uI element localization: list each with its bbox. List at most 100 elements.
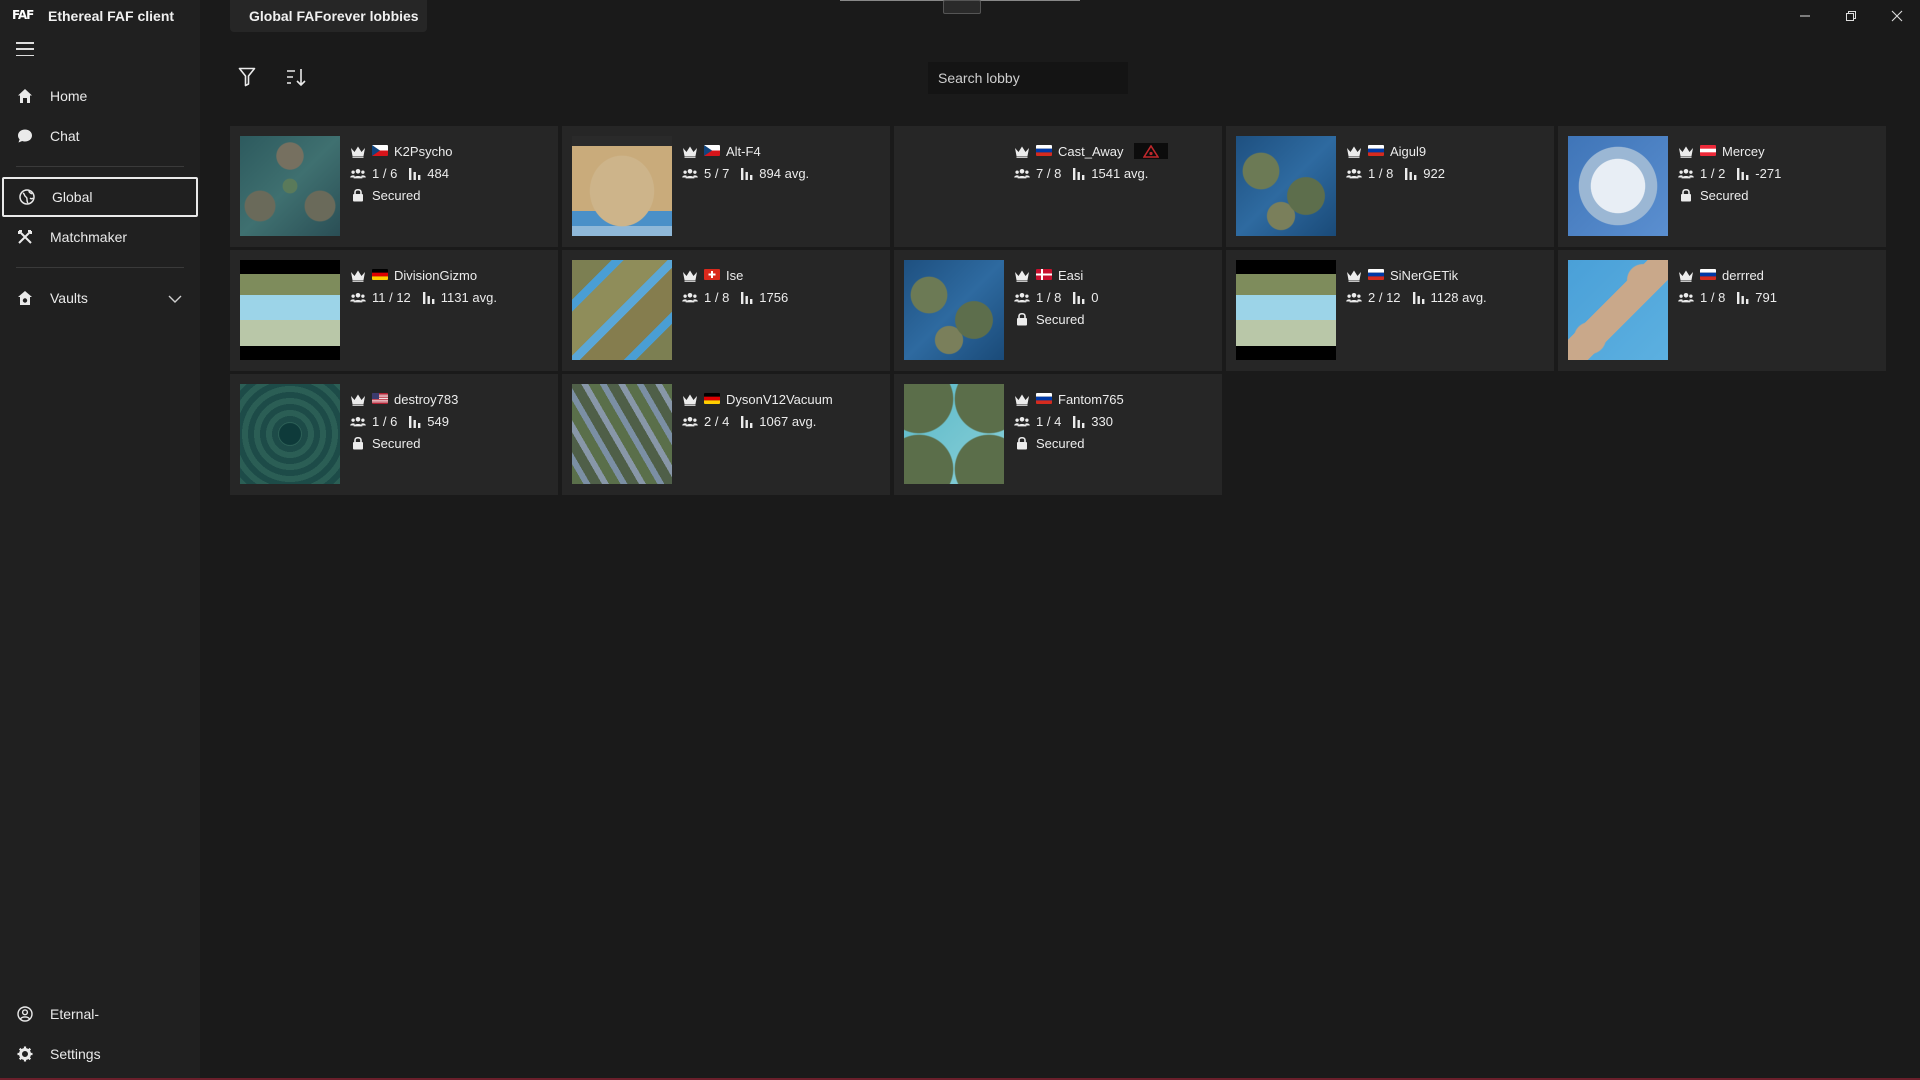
toolbar bbox=[236, 66, 308, 88]
map-preview bbox=[572, 384, 672, 484]
players-icon bbox=[350, 414, 366, 428]
menu-icon[interactable] bbox=[16, 42, 34, 56]
stats-row: 1 / 4 330 bbox=[1014, 410, 1216, 432]
player-count: 5 / 7 bbox=[704, 165, 730, 181]
secured-row: Secured bbox=[1014, 432, 1216, 454]
chevron-down-icon[interactable] bbox=[168, 291, 182, 307]
host-name: Cast_Away bbox=[1058, 143, 1124, 159]
close-icon[interactable] bbox=[1874, 0, 1920, 32]
rating: 549 bbox=[407, 414, 449, 429]
app-title: Ethereal FAF client bbox=[48, 8, 175, 24]
lobby-card[interactable]: SiNerGETik 2 / 12 1128 avg. bbox=[1226, 250, 1554, 371]
stats-row: 2 / 4 1067 avg. bbox=[682, 410, 884, 432]
rating-icon bbox=[739, 290, 755, 304]
rating-icon bbox=[407, 414, 423, 428]
crown-icon bbox=[1014, 268, 1030, 282]
lobby-card[interactable]: K2Psycho 1 / 6 484 Secured bbox=[230, 126, 558, 247]
map-preview bbox=[240, 384, 340, 484]
stats-row: 1 / 8 1756 bbox=[682, 286, 884, 308]
nav-label: Chat bbox=[50, 128, 80, 144]
crown-icon bbox=[682, 392, 698, 406]
rating: 1756 bbox=[739, 290, 788, 305]
rating: 1128 avg. bbox=[1411, 290, 1487, 305]
flag-icon bbox=[372, 268, 388, 283]
lobby-info: SiNerGETik 2 / 12 1128 avg. bbox=[1346, 264, 1548, 308]
lobby-card[interactable]: Alt-F4 5 / 7 894 avg. bbox=[562, 126, 890, 247]
lobby-info: derrred 1 / 8 791 bbox=[1678, 264, 1880, 308]
rating: 1131 avg. bbox=[421, 290, 497, 305]
lobby-info: Ise 1 / 8 1756 bbox=[682, 264, 884, 308]
lobby-card[interactable]: Cast_Away 7 / 8 1541 avg. bbox=[894, 126, 1222, 247]
lobby-info: Easi 1 / 8 0 Secured bbox=[1014, 264, 1216, 330]
flag-icon bbox=[1700, 144, 1716, 159]
host-row: DysonV12Vacuum bbox=[682, 388, 884, 410]
nav-item-settings[interactable]: Settings bbox=[0, 1034, 200, 1074]
restore-icon[interactable] bbox=[1828, 0, 1874, 32]
players-icon bbox=[682, 290, 698, 304]
lobby-card[interactable]: derrred 1 / 8 791 bbox=[1558, 250, 1886, 371]
map-preview bbox=[1568, 136, 1668, 236]
host-name: Ise bbox=[726, 267, 744, 283]
search-input[interactable] bbox=[928, 62, 1128, 94]
host-row: DivisionGizmo bbox=[350, 264, 552, 286]
host-name: destroy783 bbox=[394, 391, 459, 407]
rating-value: 922 bbox=[1423, 165, 1445, 181]
rating-value: 1541 avg. bbox=[1091, 165, 1149, 181]
lobby-card[interactable]: Fantom765 1 / 4 330 Secured bbox=[894, 374, 1222, 495]
player-count: 7 / 8 bbox=[1036, 165, 1062, 181]
sort-icon[interactable] bbox=[286, 66, 308, 88]
nav-item-profile[interactable]: Eternal- bbox=[0, 994, 200, 1034]
flag-icon bbox=[704, 392, 720, 407]
gear-icon bbox=[16, 1045, 34, 1063]
lobby-info: K2Psycho 1 / 6 484 Secured bbox=[350, 140, 552, 206]
vault-icon bbox=[16, 289, 34, 307]
lobby-info: Aigul9 1 / 8 922 bbox=[1346, 140, 1548, 184]
host-name: Easi bbox=[1058, 267, 1084, 283]
lobby-card[interactable]: destroy783 1 / 6 549 Secured bbox=[230, 374, 558, 495]
nav-label: Home bbox=[50, 88, 88, 104]
nav-label: Matchmaker bbox=[50, 229, 128, 245]
nav-item-chat[interactable]: Chat bbox=[0, 116, 200, 156]
player-count: 1 / 8 bbox=[1700, 289, 1726, 305]
lobby-card[interactable]: Mercey 1 / 2 -271 Secured bbox=[1558, 126, 1886, 247]
map-preview bbox=[1236, 136, 1336, 236]
filter-icon[interactable] bbox=[236, 66, 258, 88]
crown-icon bbox=[350, 144, 366, 158]
rating: 0 bbox=[1071, 290, 1099, 305]
host-row: Cast_Away bbox=[1014, 140, 1216, 162]
nav-item-home[interactable]: Home bbox=[0, 76, 200, 116]
stats-row: 1 / 8 791 bbox=[1678, 286, 1880, 308]
lobby-card[interactable]: Easi 1 / 8 0 Secured bbox=[894, 250, 1222, 371]
player-count: 1 / 4 bbox=[1036, 413, 1062, 429]
rating: -271 bbox=[1735, 166, 1781, 181]
lobby-card[interactable]: DysonV12Vacuum 2 / 4 1067 avg. bbox=[562, 374, 890, 495]
stats-row: 1 / 2 -271 bbox=[1678, 162, 1880, 184]
nav-divider bbox=[16, 267, 184, 268]
host-name: DysonV12Vacuum bbox=[726, 391, 833, 407]
nav-item-global[interactable]: Global bbox=[2, 177, 198, 217]
rating-icon bbox=[421, 290, 437, 304]
lobby-info: Fantom765 1 / 4 330 Secured bbox=[1014, 388, 1216, 454]
main-content: Global FAForever lobbies K2Psycho bbox=[200, 0, 1920, 1080]
secured-row: Secured bbox=[350, 432, 552, 454]
nav-item-vaults[interactable]: Vaults bbox=[0, 278, 200, 318]
lobby-card[interactable]: DivisionGizmo 11 / 12 1131 avg. bbox=[230, 250, 558, 371]
rating-value: -271 bbox=[1755, 165, 1782, 181]
lobby-card[interactable]: Ise 1 / 8 1756 bbox=[562, 250, 890, 371]
player-count: 1 / 8 bbox=[1368, 165, 1394, 181]
nav-item-matchmaker[interactable]: Matchmaker bbox=[0, 217, 200, 257]
stats-row: 11 / 12 1131 avg. bbox=[350, 286, 552, 308]
rating-icon bbox=[739, 414, 755, 428]
minimize-icon[interactable] bbox=[1782, 0, 1828, 32]
host-name: Mercey bbox=[1722, 143, 1765, 159]
rating: 1067 avg. bbox=[739, 414, 816, 429]
secured-row: Secured bbox=[350, 184, 552, 206]
flag-icon bbox=[372, 392, 388, 407]
map-preview bbox=[1568, 260, 1668, 360]
drag-handle[interactable] bbox=[943, 0, 981, 14]
lobby-card[interactable]: Aigul9 1 / 8 922 bbox=[1226, 126, 1554, 247]
rating-icon bbox=[739, 166, 755, 180]
players-icon bbox=[1014, 414, 1030, 428]
nav: Home Chat Global Matchmaker Vaults bbox=[0, 76, 200, 318]
host-name: Alt-F4 bbox=[726, 143, 761, 159]
